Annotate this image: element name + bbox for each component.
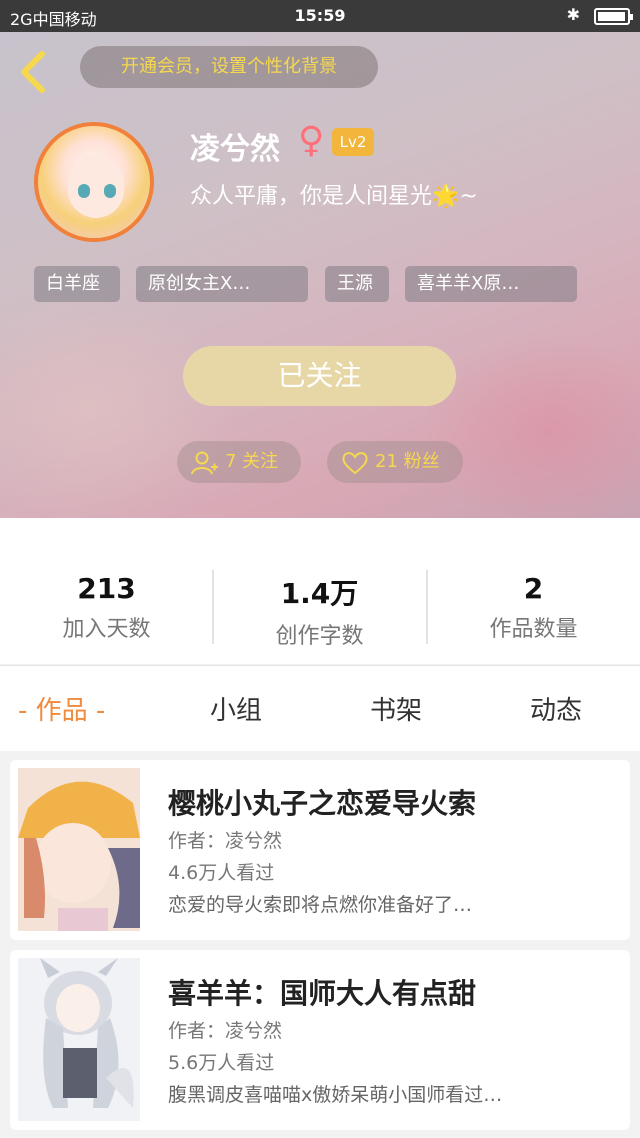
heart-icon: [342, 452, 368, 475]
female-icon: ♀: [298, 120, 325, 161]
stats-row: 213 加入天数 1.4万 创作字数 2 作品数量: [0, 518, 640, 664]
follow-button[interactable]: 已关注: [183, 346, 456, 406]
status-bar: 2G中国移动 15:59 ✱: [0, 0, 640, 32]
following-count: 7 关注: [225, 451, 279, 472]
tab-activity[interactable]: 动态: [530, 690, 582, 727]
work-views: 5.6万人看过: [168, 1052, 275, 1074]
tab-groups[interactable]: 小组: [210, 690, 262, 727]
following-button[interactable]: 7 关注: [177, 441, 301, 483]
fans-button[interactable]: 21 粉丝: [327, 441, 463, 483]
stat-value: 1.4万: [280, 577, 359, 610]
work-card[interactable]: 樱桃小丸子之恋爱导火索 作者：凌兮然 4.6万人看过 恋爱的导火索即将点燃你准备…: [10, 760, 630, 940]
signature-text: 众人平庸，你是人间星光🌟~: [190, 184, 478, 209]
work-card[interactable]: 喜羊羊：国师大人有点甜 作者：凌兮然 5.6万人看过 腹黑调皮喜喵喵x傲娇呆萌小…: [10, 950, 630, 1130]
stat-label: 加入天数: [62, 617, 151, 642]
work-views: 4.6万人看过: [168, 862, 275, 884]
profile-header: 开通会员，设置个性化背景 凌兮然 ♀ Lv2 众人平庸，你是人间星光🌟~ 白羊座…: [0, 32, 640, 518]
clock: 15:59: [294, 6, 346, 25]
avatar[interactable]: [34, 122, 154, 242]
vip-banner-button[interactable]: 开通会员，设置个性化背景: [80, 46, 378, 88]
book-cover: [18, 958, 140, 1121]
stat-join-days: 213 加入天数: [0, 572, 213, 643]
tab-works[interactable]: - 作品 -: [18, 690, 105, 727]
stat-label: 作品数量: [489, 617, 578, 642]
tag-chip[interactable]: 白羊座: [34, 266, 120, 302]
tag-chip[interactable]: 原创女主X…: [136, 266, 308, 302]
username: 凌兮然: [190, 132, 280, 167]
work-title: 樱桃小丸子之恋爱导火索: [168, 787, 477, 820]
back-button[interactable]: [14, 50, 54, 94]
book-cover: [18, 768, 140, 931]
work-description: 腹黑调皮喜喵喵x傲娇呆萌小国师看过…: [168, 1084, 503, 1106]
tab-bar: - 作品 - 小组 书架 动态: [0, 665, 640, 751]
bluetooth-icon: ✱: [566, 5, 580, 24]
tag-chip[interactable]: 王源: [325, 266, 389, 302]
work-title: 喜羊羊：国师大人有点甜: [168, 977, 477, 1010]
tab-bookshelf[interactable]: 书架: [370, 690, 422, 727]
stat-works-count: 2 作品数量: [427, 572, 640, 643]
work-description: 恋爱的导火索即将点燃你准备好了…: [168, 894, 473, 916]
chevron-left-icon: [21, 51, 45, 93]
level-badge: Lv2: [332, 128, 374, 156]
work-author: 作者：凌兮然: [168, 830, 283, 852]
stat-word-count: 1.4万 创作字数: [213, 572, 426, 650]
stat-value: 2: [523, 572, 544, 605]
work-author: 作者：凌兮然: [168, 1020, 283, 1042]
stat-value: 213: [77, 572, 136, 605]
battery-icon: [594, 8, 633, 25]
tag-chip[interactable]: 喜羊羊X原…: [405, 266, 577, 302]
stat-label: 创作字数: [275, 624, 364, 649]
user-add-icon: [191, 451, 218, 475]
fans-count: 21 粉丝: [375, 451, 440, 472]
